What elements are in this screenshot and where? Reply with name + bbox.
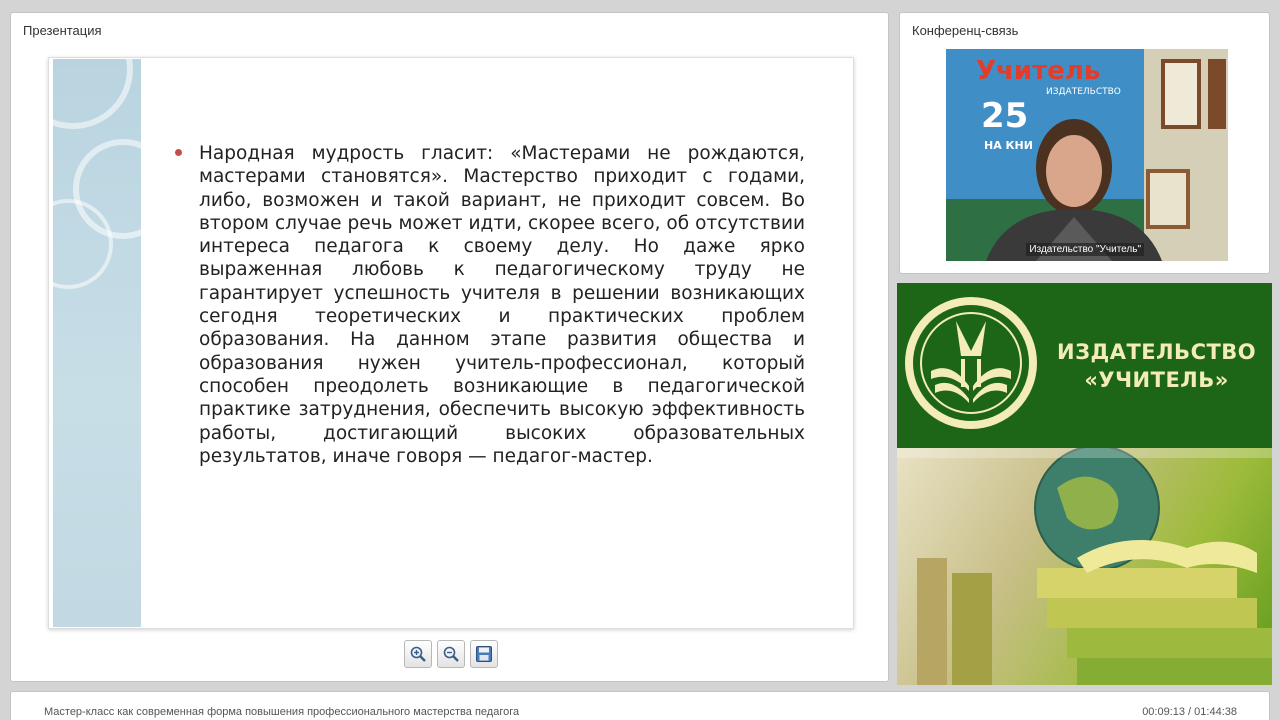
poster-text: Учитель xyxy=(976,56,1100,86)
publisher-banner-image xyxy=(897,448,1272,685)
conference-panel-title: Конференц-связь xyxy=(912,23,1019,38)
bullet-icon xyxy=(175,149,182,156)
presentation-panel: Презентация Народная мудрость гласит: «М… xyxy=(10,12,889,682)
publisher-name-line2: «УЧИТЕЛЬ» xyxy=(1084,368,1229,392)
playback-timer: 00:09:13 / 01:44:38 xyxy=(1142,706,1237,718)
presentation-slide: Народная мудрость гласит: «Мастерами не … xyxy=(48,57,854,629)
zoom-in-icon xyxy=(410,646,426,662)
zoom-out-icon xyxy=(443,646,459,662)
publisher-banner-top: ИЗДАТЕЛЬСТВО «УЧИТЕЛЬ» xyxy=(897,283,1272,448)
publisher-banner: ИЗДАТЕЛЬСТВО «УЧИТЕЛЬ» xyxy=(897,283,1272,685)
slide-decoration xyxy=(53,59,141,627)
status-bar: Мастер-класс как современная форма повыш… xyxy=(10,691,1270,720)
poster-number: 25 xyxy=(981,96,1028,136)
save-icon xyxy=(476,646,492,662)
webcam-video[interactable]: Учитель ИЗДАТЕЛЬСТВО 25 НА КНИ Издательс… xyxy=(946,49,1228,261)
publisher-name: ИЗДАТЕЛЬСТВО «УЧИТЕЛЬ» xyxy=(1057,338,1256,394)
slide-body-text: Народная мудрость гласит: «Мастерами не … xyxy=(199,143,805,467)
course-title: Мастер-класс как современная форма повыш… xyxy=(44,706,520,718)
video-participant-label: Издательство "Учитель" xyxy=(1026,243,1144,256)
poster-tag: НА КНИ xyxy=(984,139,1033,152)
conference-panel: Конференц-связь Учитель ИЗДАТЕЛЬСТВО 25 … xyxy=(899,12,1270,274)
publisher-logo-icon xyxy=(905,297,1037,429)
save-button[interactable] xyxy=(470,640,498,668)
zoom-in-button[interactable] xyxy=(404,640,432,668)
zoom-out-button[interactable] xyxy=(437,640,465,668)
webcam-frame: Учитель ИЗДАТЕЛЬСТВО 25 НА КНИ xyxy=(946,49,1228,261)
poster-subtext: ИЗДАТЕЛЬСТВО xyxy=(1046,87,1121,97)
publisher-name-line1: ИЗДАТЕЛЬСТВО xyxy=(1057,340,1257,364)
presentation-panel-title: Презентация xyxy=(23,23,102,38)
books-globe-illustration xyxy=(897,448,1272,685)
